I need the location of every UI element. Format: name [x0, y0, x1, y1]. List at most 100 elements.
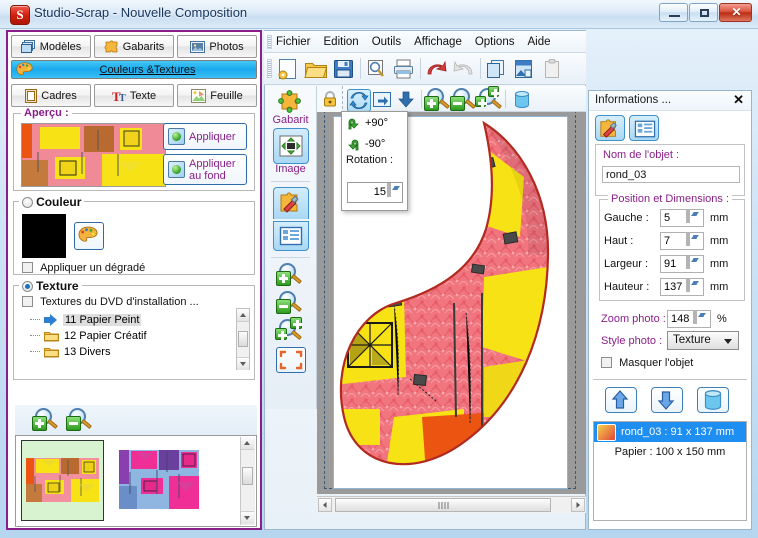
paste-page-icon[interactable] — [512, 58, 536, 80]
hauteur-stepper[interactable] — [686, 278, 700, 295]
haut-stepper[interactable] — [686, 232, 700, 249]
texture-tree-scrollbar[interactable] — [236, 308, 250, 370]
list-tool-icon[interactable] — [629, 115, 659, 141]
object-list-item-paper[interactable]: Papier : 100 x 150 mm — [594, 446, 746, 458]
lock-icon[interactable] — [320, 89, 340, 108]
tab-texte[interactable]: T T Texte — [94, 84, 174, 107]
close-button[interactable]: ✕ — [719, 3, 752, 22]
tab-feuille[interactable]: Feuille — [177, 84, 257, 107]
redo-icon[interactable] — [452, 58, 476, 80]
menu-grip[interactable] — [267, 35, 272, 49]
maximize-button[interactable] — [689, 3, 718, 22]
move-down-button[interactable] — [651, 387, 683, 413]
scrollbar-thumb[interactable] — [242, 467, 253, 485]
color-picker-button[interactable] — [74, 222, 104, 250]
tool-image-button[interactable] — [272, 128, 309, 164]
delete-button[interactable] — [697, 387, 729, 413]
largeur-stepper[interactable] — [686, 255, 700, 272]
menu-options[interactable]: Options — [475, 36, 515, 48]
stepper-down-icon[interactable] — [695, 310, 706, 324]
zoom-photo-stepper[interactable] — [693, 310, 707, 327]
properties-tool-icon[interactable] — [595, 115, 625, 141]
copy-icon[interactable] — [484, 58, 508, 80]
scroll-right-icon[interactable] — [571, 498, 585, 512]
open-folder-icon[interactable] — [304, 58, 328, 80]
scroll-left-icon[interactable] — [318, 498, 332, 512]
zoom-out-icon[interactable] — [66, 408, 93, 432]
list-tool-icon[interactable] — [272, 221, 309, 251]
zoom-out-icon[interactable] — [450, 88, 476, 111]
style-photo-select[interactable]: Texture — [667, 331, 739, 350]
zoom-fit-icon[interactable] — [275, 317, 303, 343]
minimize-button[interactable] — [659, 3, 688, 22]
properties-tool-icon[interactable] — [272, 187, 309, 219]
texture-thumb-cool[interactable] — [119, 450, 199, 509]
menu-fichier[interactable]: Fichier — [276, 36, 311, 48]
texture-thumb-warm[interactable] — [21, 440, 104, 521]
new-document-icon[interactable] — [276, 58, 300, 80]
menu-affichage[interactable]: Affichage — [414, 36, 462, 48]
scroll-down-icon[interactable] — [237, 357, 249, 370]
zoom-in-icon[interactable] — [276, 263, 303, 287]
gauche-stepper[interactable] — [686, 209, 700, 226]
dvd-textures-checkbox[interactable] — [22, 296, 33, 307]
stepper-down-icon[interactable] — [688, 255, 699, 269]
clipboard-icon[interactable] — [540, 58, 564, 80]
stepper-down-icon[interactable] — [688, 278, 699, 292]
puzzle-icon[interactable] — [277, 89, 305, 115]
rotate-plus-90-item[interactable]: +90° — [342, 112, 407, 133]
tab-cadres[interactable]: Cadres — [11, 84, 91, 107]
menu-outils[interactable]: Outils — [372, 36, 401, 48]
toolbar-grip[interactable] — [267, 59, 272, 78]
tree-item-papier-peint[interactable]: 11 Papier Peint — [28, 312, 233, 328]
flip-horizontal-icon[interactable] — [371, 89, 393, 110]
canvas-horizontal-scrollbar[interactable] — [317, 496, 586, 513]
flip-vertical-icon[interactable] — [395, 89, 417, 110]
couleur-radio[interactable] — [22, 197, 33, 208]
masquer-objet-checkbox[interactable] — [601, 357, 612, 368]
tab-photos[interactable]: Photos — [177, 35, 257, 58]
zoom-out-icon[interactable] — [276, 291, 303, 315]
object-list-item-selected[interactable]: rond_03 : 91 x 137 mm — [594, 422, 746, 442]
scroll-up-icon[interactable] — [241, 437, 254, 450]
tree-item-divers[interactable]: 13 Divers — [28, 344, 233, 360]
stepper-down-icon[interactable] — [389, 183, 400, 197]
zoom-fit-icon[interactable] — [475, 86, 502, 110]
scroll-down-icon[interactable] — [241, 511, 254, 524]
delete-icon[interactable] — [511, 89, 533, 110]
print-preview-icon[interactable] — [364, 58, 388, 80]
texture-radio[interactable] — [22, 281, 33, 292]
fullscreen-icon[interactable] — [275, 347, 306, 373]
tree-item-papier-creatif[interactable]: 12 Papier Créatif — [28, 328, 233, 344]
menu-edition[interactable]: Edition — [324, 36, 359, 48]
scroll-up-icon[interactable] — [237, 309, 249, 322]
tab-gabarits[interactable]: Gabarits — [94, 35, 174, 58]
zoom-in-icon[interactable] — [424, 88, 450, 111]
save-icon[interactable] — [332, 58, 356, 80]
zoom-in-icon[interactable] — [32, 408, 59, 432]
gradient-checkbox[interactable] — [22, 262, 33, 273]
tab-modeles[interactable]: Modèles — [11, 35, 91, 58]
rotate-icon[interactable] — [347, 89, 371, 112]
apercu-preview[interactable] — [21, 123, 166, 187]
close-icon[interactable]: ✕ — [733, 92, 744, 108]
stepper-down-icon[interactable] — [688, 209, 699, 223]
object-name-input[interactable]: rond_03 — [602, 166, 740, 183]
scrollbar-thumb[interactable] — [238, 331, 248, 347]
stepper-down-icon[interactable] — [688, 232, 699, 246]
object-list[interactable]: rond_03 : 91 x 137 mm Papier : 100 x 150… — [593, 421, 747, 521]
menu-aide[interactable]: Aide — [527, 36, 550, 48]
appliquer-au-fond-button[interactable]: Appliquer au fond — [163, 154, 247, 185]
tab-couleurs-textures[interactable]: Couleurs &Textures — [11, 60, 257, 79]
print-icon[interactable] — [392, 58, 416, 80]
thumbnail-list-scrollbar[interactable] — [240, 437, 255, 525]
move-up-button[interactable] — [605, 387, 637, 413]
rotation-popup[interactable]: +90° -90° Rotation : 15 — [341, 111, 408, 211]
rotation-input[interactable]: 15 — [347, 182, 403, 203]
appliquer-button[interactable]: Appliquer — [163, 123, 247, 150]
scrollbar-thumb[interactable] — [335, 498, 551, 512]
color-swatch[interactable] — [22, 214, 66, 258]
rotation-stepper[interactable] — [387, 183, 401, 201]
rotate-minus-90-item[interactable]: -90° — [342, 133, 407, 154]
undo-icon[interactable] — [424, 58, 448, 80]
